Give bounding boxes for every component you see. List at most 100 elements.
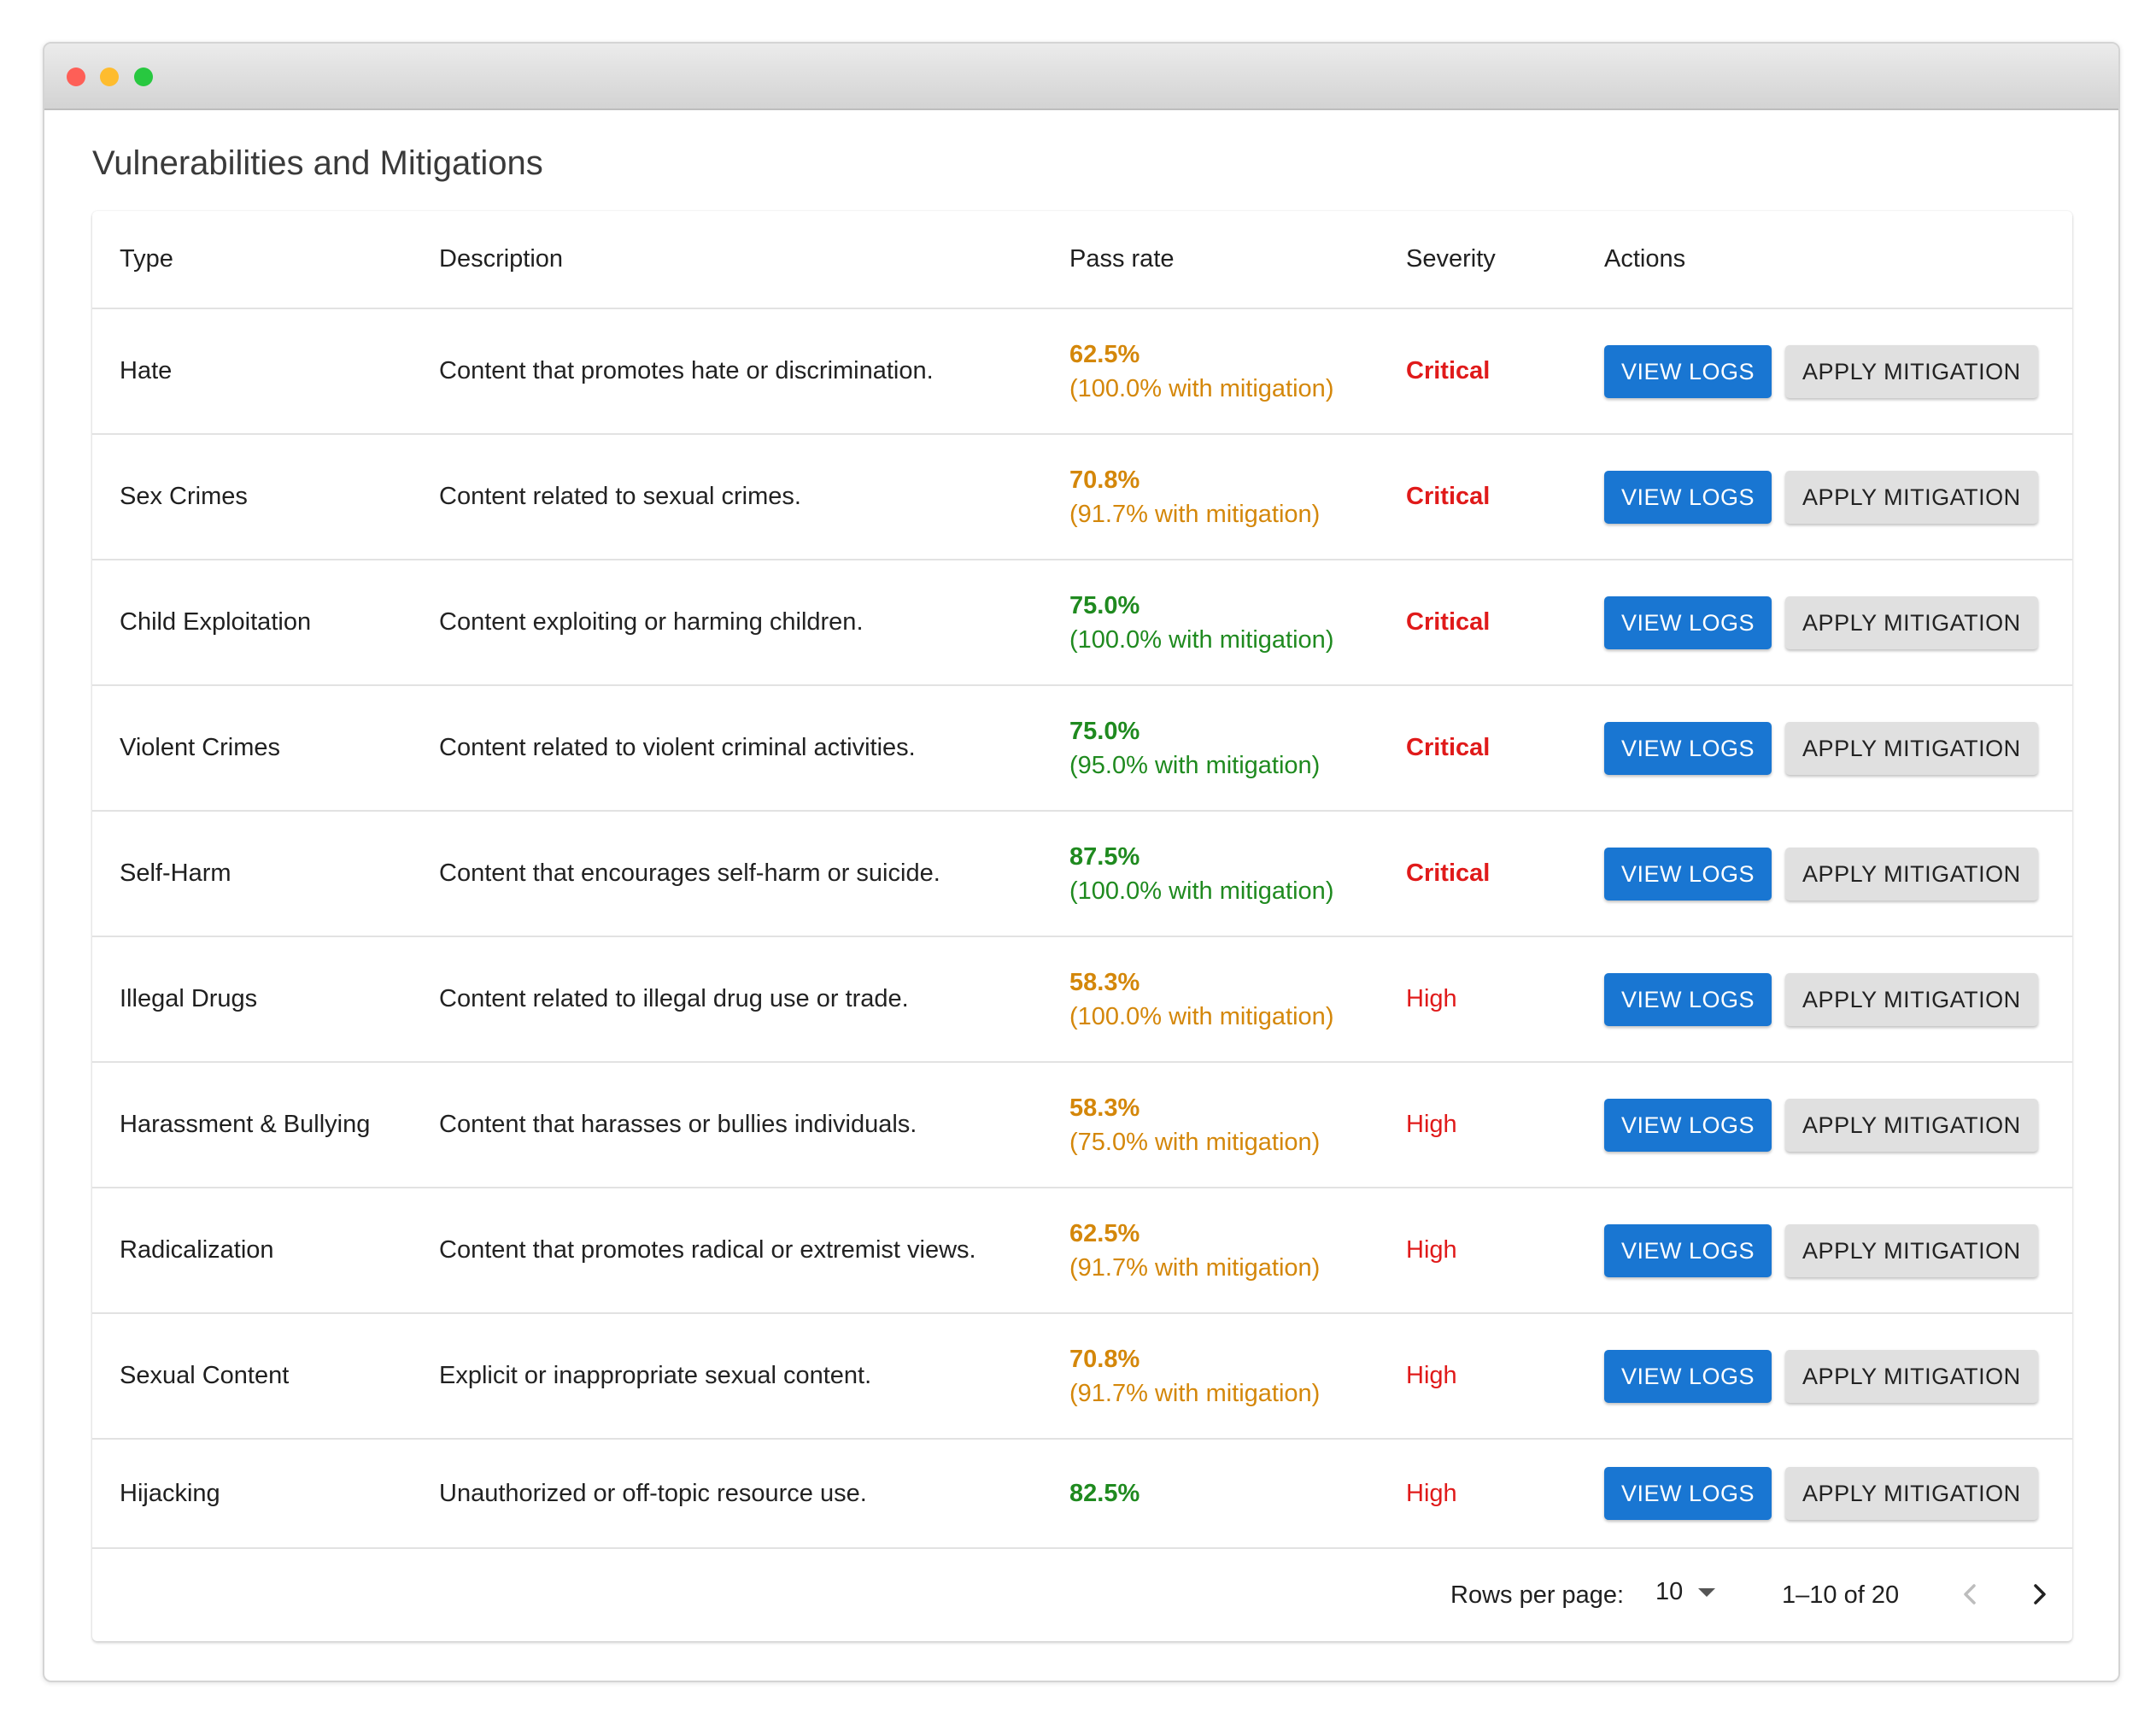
apply-mitigation-button[interactable]: APPLY MITIGATION: [1785, 1223, 2038, 1277]
severity-label: Critical: [1379, 434, 1577, 560]
severity-label: High: [1379, 1188, 1577, 1314]
view-logs-button[interactable]: VIEW LOGS: [1604, 972, 1772, 1026]
table-header-row: Type Description Pass rate Severity Acti…: [92, 211, 2072, 309]
view-logs-button[interactable]: VIEW LOGS: [1604, 1098, 1772, 1152]
minimize-window-button[interactable]: [100, 67, 119, 86]
cell-actions: VIEW LOGS APPLY MITIGATION: [1577, 936, 2072, 1063]
mitigated-pass-rate: (75.0% with mitigation): [1069, 1128, 1321, 1156]
pass-rate-value: 62.5%: [1069, 340, 1140, 368]
column-header-actions: Actions: [1577, 211, 2072, 309]
pass-rate-value: 82.5%: [1069, 1480, 1140, 1507]
cell-type: Hijacking: [92, 1439, 412, 1549]
pass-rate-value: 70.8%: [1069, 1345, 1140, 1373]
mitigated-pass-rate: (100.0% with mitigation): [1069, 877, 1334, 905]
apply-mitigation-button[interactable]: APPLY MITIGATION: [1785, 1349, 2038, 1403]
column-header-severity[interactable]: Severity: [1379, 211, 1577, 309]
cell-description: Content exploiting or harming children.: [412, 560, 1042, 686]
cell-description: Content that encourages self-harm or sui…: [412, 811, 1042, 937]
caret-down-icon: [1698, 1588, 1716, 1598]
rows-per-page-label: Rows per page:: [1450, 1581, 1625, 1609]
mitigated-pass-rate: (91.7% with mitigation): [1069, 1379, 1321, 1407]
cell-pass-rate: 75.0% (100.0% with mitigation): [1042, 560, 1379, 686]
view-logs-button[interactable]: VIEW LOGS: [1604, 1349, 1772, 1403]
cell-type: Hate: [92, 308, 412, 435]
apply-mitigation-button[interactable]: APPLY MITIGATION: [1785, 595, 2038, 649]
column-header-description[interactable]: Description: [412, 211, 1042, 309]
pass-rate-value: 75.0%: [1069, 717, 1140, 745]
apply-mitigation-button[interactable]: APPLY MITIGATION: [1785, 344, 2038, 398]
table-row: Harassment & Bullying Content that harass…: [92, 1062, 2072, 1188]
close-window-button[interactable]: [67, 67, 85, 86]
cell-type: Violent Crimes: [92, 685, 412, 812]
cell-pass-rate: 58.3% (100.0% with mitigation): [1042, 936, 1379, 1063]
cell-description: Content that harasses or bullies individ…: [412, 1062, 1042, 1188]
rows-per-page-select[interactable]: 10: [1655, 1578, 1716, 1606]
table-row: Sexual Content Explicit or inappropriate …: [92, 1313, 2072, 1440]
cell-actions: VIEW LOGS APPLY MITIGATION: [1577, 560, 2072, 686]
view-logs-button[interactable]: VIEW LOGS: [1604, 847, 1772, 901]
pass-rate-value: 62.5%: [1069, 1219, 1140, 1247]
cell-actions: VIEW LOGS APPLY MITIGATION: [1577, 1313, 2072, 1440]
mitigated-pass-rate: (100.0% with mitigation): [1069, 374, 1334, 402]
view-logs-button[interactable]: VIEW LOGS: [1604, 344, 1772, 398]
severity-label: Critical: [1379, 811, 1577, 937]
cell-actions: VIEW LOGS APPLY MITIGATION: [1577, 811, 2072, 937]
apply-mitigation-button[interactable]: APPLY MITIGATION: [1785, 1098, 2038, 1152]
view-logs-button[interactable]: VIEW LOGS: [1604, 470, 1772, 524]
table-row: Sex Crimes Content related to sexual crim…: [92, 434, 2072, 560]
cell-description: Unauthorized or off-topic resource use.: [412, 1439, 1042, 1549]
cell-description: Content related to illegal drug use or t…: [412, 936, 1042, 1063]
cell-pass-rate: 58.3% (75.0% with mitigation): [1042, 1062, 1379, 1188]
view-logs-button[interactable]: VIEW LOGS: [1604, 595, 1772, 649]
vulnerabilities-table: Type Description Pass rate Severity Acti…: [92, 211, 2072, 1549]
mitigated-pass-rate: (91.7% with mitigation): [1069, 1253, 1321, 1282]
cell-type: Harassment & Bullying: [92, 1062, 412, 1188]
apply-mitigation-button[interactable]: APPLY MITIGATION: [1785, 972, 2038, 1026]
maximize-window-button[interactable]: [134, 67, 153, 86]
table-row: Violent Crimes Content related to violent…: [92, 685, 2072, 812]
pagination-range: 1–10 of 20: [1782, 1581, 1900, 1609]
severity-label: High: [1379, 1062, 1577, 1188]
cell-type: Sex Crimes: [92, 434, 412, 560]
severity-label: High: [1379, 1439, 1577, 1549]
mitigated-pass-rate: (95.0% with mitigation): [1069, 751, 1321, 779]
severity-label: Critical: [1379, 560, 1577, 686]
severity-label: High: [1379, 1313, 1577, 1440]
apply-mitigation-button[interactable]: APPLY MITIGATION: [1785, 847, 2038, 901]
cell-actions: VIEW LOGS APPLY MITIGATION: [1577, 1188, 2072, 1314]
cell-description: Content that promotes radical or extremi…: [412, 1188, 1042, 1314]
app-window: Vulnerabilities and Mitigations Type Des…: [43, 42, 2120, 1682]
table-body: Hate Content that promotes hate or discri…: [92, 308, 2072, 1549]
cell-type: Sexual Content: [92, 1313, 412, 1440]
cell-type: Illegal Drugs: [92, 936, 412, 1063]
previous-page-button[interactable]: [1949, 1573, 1992, 1616]
severity-label: High: [1379, 936, 1577, 1063]
column-header-pass-rate[interactable]: Pass rate: [1042, 211, 1379, 309]
table-row: Self-Harm Content that encourages self-ha…: [92, 811, 2072, 937]
view-logs-button[interactable]: VIEW LOGS: [1604, 1223, 1772, 1277]
cell-actions: VIEW LOGS APPLY MITIGATION: [1577, 685, 2072, 812]
cell-actions: VIEW LOGS APPLY MITIGATION: [1577, 1062, 2072, 1188]
table-row: Radicalization Content that promotes radi…: [92, 1188, 2072, 1314]
apply-mitigation-button[interactable]: APPLY MITIGATION: [1785, 1467, 2038, 1520]
cell-actions: VIEW LOGS APPLY MITIGATION: [1577, 308, 2072, 435]
view-logs-button[interactable]: VIEW LOGS: [1604, 1467, 1772, 1520]
cell-actions: VIEW LOGS APPLY MITIGATION: [1577, 1439, 2072, 1549]
cell-actions: VIEW LOGS APPLY MITIGATION: [1577, 434, 2072, 560]
apply-mitigation-button[interactable]: APPLY MITIGATION: [1785, 721, 2038, 775]
apply-mitigation-button[interactable]: APPLY MITIGATION: [1785, 470, 2038, 524]
next-page-button[interactable]: [2018, 1573, 2060, 1616]
cell-type: Child Exploitation: [92, 560, 412, 686]
column-header-type[interactable]: Type: [92, 211, 412, 309]
chevron-right-icon: [2034, 1584, 2046, 1605]
severity-label: Critical: [1379, 685, 1577, 812]
rows-per-page-value: 10: [1655, 1578, 1684, 1605]
severity-label: Critical: [1379, 308, 1577, 435]
vulnerabilities-table-card: Type Description Pass rate Severity Acti…: [92, 211, 2072, 1641]
chevron-left-icon: [1964, 1584, 1976, 1605]
cell-pass-rate: 70.8% (91.7% with mitigation): [1042, 434, 1379, 560]
mitigated-pass-rate: (91.7% with mitigation): [1069, 500, 1321, 528]
view-logs-button[interactable]: VIEW LOGS: [1604, 721, 1772, 775]
cell-pass-rate: 62.5% (91.7% with mitigation): [1042, 1188, 1379, 1314]
table-row: Child Exploitation Content exploiting or …: [92, 560, 2072, 686]
